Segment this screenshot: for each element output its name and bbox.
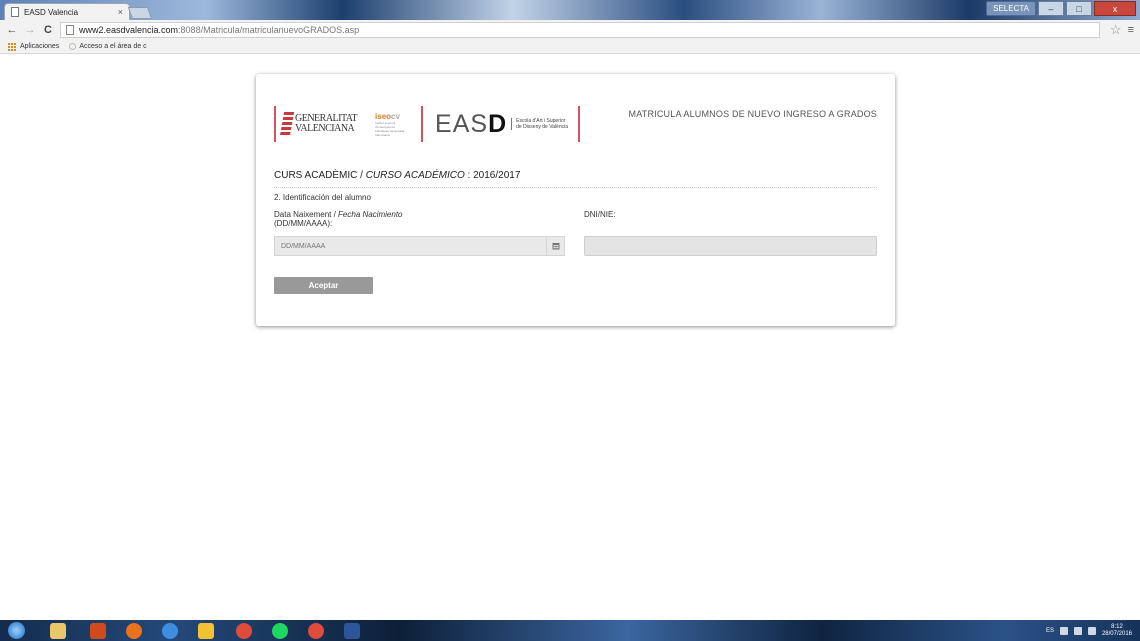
logo-text: iseo xyxy=(375,111,392,121)
section-title: 2. Identificación del alumno xyxy=(274,193,371,202)
chrome-icon[interactable] xyxy=(236,623,252,639)
spotify-icon[interactable] xyxy=(272,623,288,639)
divider-bar xyxy=(578,106,581,142)
bookmarks-bar: Aplicaciones Acceso a el área de c xyxy=(0,40,1140,54)
clock-time: 8:12 xyxy=(1111,624,1123,630)
taskbar: ES 8:12 28/07/2016 xyxy=(0,620,1140,641)
ie-icon[interactable] xyxy=(162,623,178,639)
maximize-button[interactable]: □ xyxy=(1066,1,1092,16)
easd-subtitle: Escola d'Art i Superior de Disseny de Va… xyxy=(511,118,568,130)
course-label-es: CURSO ACADÉMICO xyxy=(365,170,465,181)
divider-bar xyxy=(274,106,276,142)
reload-icon[interactable]: C xyxy=(42,24,54,36)
logo-text: cv xyxy=(391,111,400,121)
tab-close-icon[interactable]: × xyxy=(118,7,123,17)
logo-subtext: de Disseny de València xyxy=(516,124,569,130)
back-icon[interactable]: ← xyxy=(6,24,18,36)
iseocv-logo: iseocv Institut superior d'ensenyances a… xyxy=(375,112,405,137)
birthdate-label-va: Data Naixement / xyxy=(274,210,339,219)
course-separator: : xyxy=(464,170,474,181)
system-tray: ES 8:12 28/07/2016 xyxy=(1046,624,1132,638)
bookmark-label: Aplicaciones xyxy=(20,43,60,50)
url-host: www2.easdvalencia.com xyxy=(79,25,179,35)
clock[interactable]: 8:12 28/07/2016 xyxy=(1102,624,1132,638)
page-title: MATRICULA ALUMNOS DE NUEVO INGRESO A GRA… xyxy=(628,109,877,119)
minimize-button[interactable]: – xyxy=(1038,1,1064,16)
firefox-icon[interactable] xyxy=(126,623,142,639)
bookmark-icon xyxy=(69,43,77,50)
network-icon[interactable] xyxy=(1059,627,1068,635)
window-titlebar: EASD Valencia × SELECTA – □ x xyxy=(0,0,1140,20)
birthdate-format: (DD/MM/AAAA): xyxy=(274,219,333,228)
logo-row: GENERALITAT VALENCIANA iseocv Institut s… xyxy=(274,106,581,142)
explorer-icon[interactable] xyxy=(50,623,66,639)
dni-input[interactable] xyxy=(584,236,877,256)
bookmark-apps[interactable]: Aplicaciones xyxy=(8,42,60,51)
calendar-icon xyxy=(552,243,559,250)
accept-button[interactable]: Aceptar xyxy=(274,277,373,294)
flag-icon[interactable] xyxy=(1073,627,1082,635)
logo-text: D xyxy=(488,109,508,138)
birthdate-label: Data Naixement / Fecha Nacimiento (DD/MM… xyxy=(274,210,403,228)
section-divider xyxy=(274,187,877,188)
language-indicator[interactable]: ES xyxy=(1046,628,1054,634)
logo-text: EAS xyxy=(435,109,489,138)
enrollment-card: GENERALITAT VALENCIANA iseocv Institut s… xyxy=(256,74,895,326)
menu-icon[interactable]: ≡ xyxy=(1128,24,1134,36)
generalitat-logo: GENERALITAT VALENCIANA xyxy=(279,112,358,136)
course-label-va: CURS ACADÈMIC / xyxy=(274,170,366,181)
logo-subtext: Institut superior d'ensenyances artístiq… xyxy=(375,120,405,137)
course-value: 2016/2017 xyxy=(473,170,521,181)
birthdate-input[interactable] xyxy=(274,236,547,256)
bat-emblem-icon xyxy=(279,112,295,136)
browser-toolbar: ← → C www2.easdvalencia.com:8088/Matricu… xyxy=(0,20,1140,40)
bookmark-acceso[interactable]: Acceso a el área de c xyxy=(69,43,147,50)
window-controls: SELECTA – □ x xyxy=(986,1,1136,16)
forward-icon[interactable]: → xyxy=(24,24,36,36)
browser-tab[interactable]: EASD Valencia × xyxy=(4,3,130,20)
birthdate-field xyxy=(274,236,565,256)
url-path: :8088/Matricula/matriculanuevoGRADOS.asp xyxy=(178,25,360,35)
divider-bar xyxy=(421,106,424,142)
word-icon[interactable] xyxy=(344,623,360,639)
apps-icon xyxy=(8,42,16,51)
easd-logo: EASD xyxy=(435,110,507,139)
new-tab-button[interactable] xyxy=(127,7,153,19)
bookmark-star-icon[interactable]: ☆ xyxy=(1110,22,1122,38)
profile-button[interactable]: SELECTA xyxy=(986,1,1036,16)
apps-icon[interactable] xyxy=(198,623,214,639)
birthdate-label-es: Fecha Nacimiento xyxy=(338,210,403,219)
chrome-icon[interactable] xyxy=(308,623,324,639)
dni-label: DNI/NIE: xyxy=(584,210,616,219)
calendar-button[interactable] xyxy=(547,236,565,256)
tab-title: EASD Valencia xyxy=(24,7,79,17)
address-bar[interactable]: www2.easdvalencia.com:8088/Matricula/mat… xyxy=(60,22,1100,38)
course-year: CURS ACADÈMIC / CURSO ACADÉMICO : 2016/2… xyxy=(274,170,520,181)
close-button[interactable]: x xyxy=(1094,1,1136,16)
bookmark-label: Acceso a el área de c xyxy=(79,43,147,50)
office-icon[interactable] xyxy=(90,623,106,639)
logo-text: VALENCIANA xyxy=(295,123,355,134)
volume-icon[interactable] xyxy=(1087,627,1096,635)
page-icon xyxy=(11,7,19,17)
page-icon xyxy=(66,25,74,35)
start-button[interactable] xyxy=(8,622,25,639)
clock-date: 28/07/2016 xyxy=(1101,631,1132,637)
